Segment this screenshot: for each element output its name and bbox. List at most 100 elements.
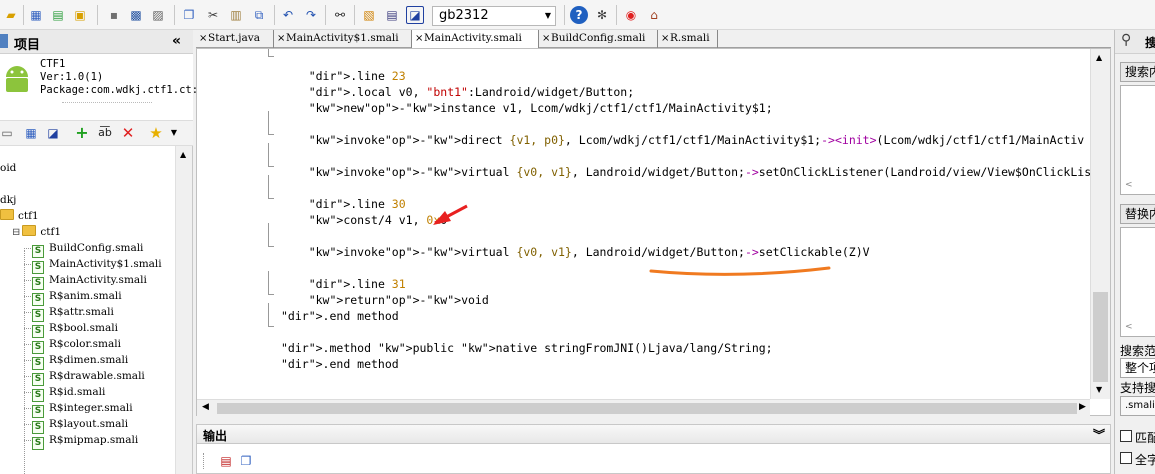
project-tree-scrollbar[interactable]: ▲ [175,146,192,474]
refresh-icon[interactable]: ▭ [0,124,16,142]
tree-folder-item[interactable]: dkj [0,192,16,208]
cut-icon[interactable]: ✂ [204,6,222,24]
decompile-icon[interactable]: ▧ [360,6,378,24]
project-panel-header: 项目 « [0,30,193,54]
scroll-left-icon[interactable]: ◀ [202,402,209,412]
close-tab-icon[interactable]: × [542,30,550,47]
close-tab-icon[interactable]: × [277,30,285,47]
tree-file-item[interactable]: S R$mipmap.smali [24,432,138,450]
scroll-up-icon[interactable]: ▲ [1096,53,1102,62]
clear-output-icon[interactable]: ▤ [217,452,235,470]
tree-file-item[interactable]: S R$id.smali [24,384,105,402]
editor-tabs: × Start.java × MainActivity$1.smali × MainAct… [196,30,1111,48]
project-panel-title: 项目 [14,38,41,53]
editor-horizontal-scrollbar[interactable]: ◀ ▶ [197,399,1090,416]
tree-file-item[interactable]: S R$drawable.smali [24,368,145,386]
editor-tab[interactable]: × MainActivity$1.smali [274,30,412,48]
scroll-down-icon[interactable]: ▼ [1096,385,1102,394]
tree-connector [24,280,31,281]
close-tab-icon[interactable]: × [199,30,207,47]
import-icon[interactable]: ◪ [44,124,62,142]
scroll-right-icon[interactable]: ▶ [1079,402,1086,412]
tree-file-item[interactable]: S MainActivity$1.smali [24,256,162,274]
encoding-select[interactable]: gb2312 ▼ [432,6,556,26]
copy-output-icon[interactable]: ❐ [237,452,255,470]
tree-file-item[interactable]: S R$dimen.smali [24,352,128,370]
tree-connector [24,250,25,474]
scroll-up-icon[interactable]: ▲ [180,150,186,159]
tree-file-item[interactable]: S MainActivity.smali [24,272,147,290]
search-panel-title: 搜 [1145,34,1155,51]
help-icon[interactable]: ? [570,6,588,24]
bug-icon[interactable]: ✻ [593,6,611,24]
toolbar-divider [174,5,175,25]
new-project-icon[interactable]: ▦ [27,6,45,24]
extension-input[interactable]: .smali [1120,396,1155,416]
undo-icon[interactable]: ↶ [279,6,297,24]
tree-item-label: R$anim.smali [49,290,122,302]
tree-file-item[interactable]: S R$anim.smali [24,288,122,306]
smali-file-icon: S [32,437,44,450]
find-replace-icon[interactable]: ⧉ [250,6,268,24]
editor-tab[interactable]: × Start.java [196,30,274,48]
search-scope-select[interactable]: 整个项 [1120,358,1155,378]
scroll-left-icon[interactable]: < [1125,322,1133,332]
tree-folder-item[interactable]: oid [0,160,16,176]
save-all-icon[interactable]: ▩ [127,6,145,24]
tree-file-item[interactable]: S R$bool.smali [24,320,118,338]
folder-icon [22,225,37,236]
scroll-left-icon[interactable]: < [1125,180,1133,190]
open-file-icon[interactable]: ▰ [2,6,20,24]
add-icon[interactable]: + [73,124,91,142]
collapse-output-button[interactable]: ︾ [1093,426,1105,443]
tree-file-item[interactable]: S BuildConfig.smali [24,240,143,258]
weibo-icon[interactable]: ◉ [622,6,640,24]
close-tab-icon[interactable]: × [415,30,423,47]
editor-tab[interactable]: × MainActivity.smali [412,30,539,48]
tree-item-label: R$layout.smali [49,418,129,430]
vertical-scroll-thumb[interactable] [1093,292,1108,382]
tree-folder-item[interactable]: ctf1 [0,208,39,224]
whole-word-checkbox[interactable] [1120,452,1132,464]
tree-file-item[interactable]: S R$attr.smali [24,304,114,322]
editor-vertical-scrollbar[interactable]: ▲ ▼ [1090,49,1110,399]
chevron-down-icon[interactable]: ▼ [165,124,183,142]
close-tab-icon[interactable]: × [661,30,669,47]
new-file-icon[interactable]: ▦ [22,124,40,142]
save-icon[interactable]: ▪ [105,6,123,24]
search-scope-label: 搜索范 [1120,344,1155,358]
code-editor[interactable]: 5354 "dir">.line 2355 "dir">.local v0, "… [196,48,1111,416]
favorite-star-icon[interactable]: ★ [147,124,165,142]
editor-tab[interactable]: × BuildConfig.smali [539,30,658,48]
open-folder-icon[interactable]: ▣ [71,6,89,24]
replace-content-button[interactable]: 替换内 [1120,204,1155,224]
compile-icon[interactable]: ▤ [383,6,401,24]
editor-tab[interactable]: × R.smali [658,30,718,48]
toolbar-divider [274,5,275,25]
encoding-icon[interactable]: ◪ [406,6,424,24]
home-icon[interactable]: ⌂ [645,6,663,24]
horizontal-scroll-thumb[interactable] [217,403,1077,414]
paste-icon[interactable]: ▥ [227,6,245,24]
print-icon[interactable]: ▨ [149,6,167,24]
search-panel: ⚲ 搜 搜索内 < 替换内 < 搜索范 整个项 支持搜 .smali 匹配 全字 [1114,30,1155,474]
resize-grip[interactable] [62,102,152,103]
tree-file-item[interactable]: S R$layout.smali [24,416,129,434]
tree-file-item[interactable]: S R$color.smali [24,336,121,354]
copy-icon[interactable]: ❐ [180,6,198,24]
collapse-panel-button[interactable]: « [172,33,181,49]
binoculars-search-icon[interactable]: ⚯ [331,6,349,24]
redo-icon[interactable]: ↷ [302,6,320,24]
tree-file-item[interactable]: S R$integer.smali [24,400,133,418]
tree-item-label: R$bool.smali [49,322,118,334]
collapse-node-icon[interactable]: ⊟ [12,227,20,238]
search-content-button[interactable]: 搜索内 [1120,62,1155,82]
search-input[interactable]: < [1120,85,1155,195]
tree-item-label: ctf1 [40,226,62,238]
rename-icon[interactable]: a͞b [96,124,114,142]
open-project-icon[interactable]: ▤ [49,6,67,24]
replace-input[interactable]: < [1120,227,1155,337]
tree-folder-item[interactable]: ⊟ ctf1 [12,224,61,240]
delete-icon[interactable]: ✕ [119,124,137,142]
match-checkbox[interactable] [1120,430,1132,442]
